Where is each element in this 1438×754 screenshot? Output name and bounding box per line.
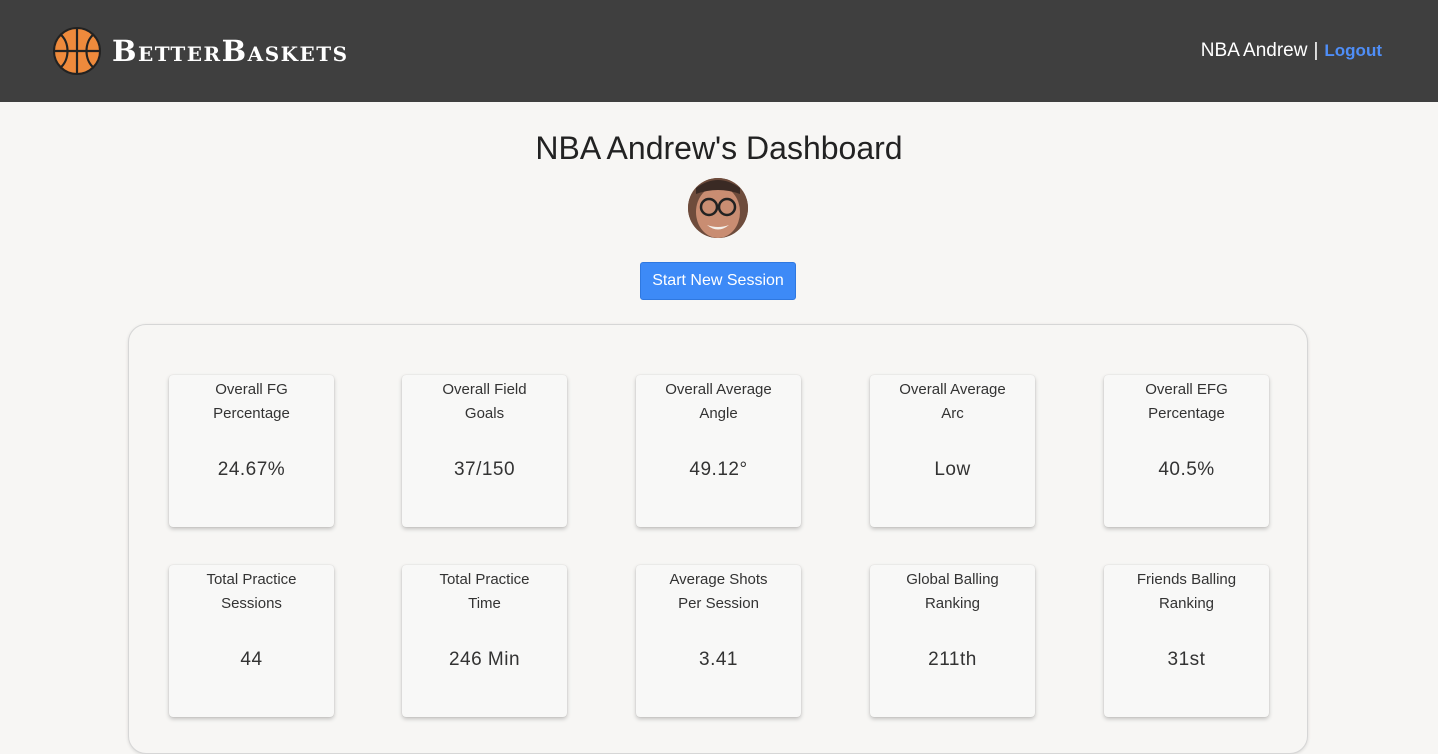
stat-card-overall-efg-percentage: Overall EFG Percentage 40.5% xyxy=(1104,375,1269,527)
stat-label: Total Practice Time xyxy=(439,571,530,612)
stat-value: 49.12° xyxy=(689,459,748,480)
avatar xyxy=(688,178,748,238)
stat-card-total-practice-sessions: Total Practice Sessions 44 xyxy=(169,565,334,717)
stat-label: Overall Average Angle xyxy=(665,381,772,422)
stat-card-friends-balling-ranking: Friends Balling Ranking 31st xyxy=(1104,565,1269,717)
page-title: NBA Andrew's Dashboard xyxy=(535,130,903,166)
user-menu: NBA Andrew | Logout xyxy=(1201,40,1382,62)
stat-value: 246 Min xyxy=(448,649,521,670)
stat-label: Average Shots Per Session xyxy=(669,571,768,612)
user-name: NBA Andrew xyxy=(1200,40,1308,61)
stat-card-overall-field-goals: Overall Field Goals 37/150 xyxy=(402,375,567,527)
brand-name: BetterBaskets xyxy=(112,34,349,68)
stat-card-overall-average-angle: Overall Average Angle 49.12° xyxy=(636,375,801,527)
avatar-image xyxy=(688,178,748,238)
stat-label: Friends Balling Ranking xyxy=(1136,571,1237,612)
stats-panel: Overall FG Percentage 24.67% Overall Fie… xyxy=(128,324,1308,754)
start-new-session-button[interactable]: Start New Session xyxy=(640,262,796,300)
stat-value: 40.5% xyxy=(1158,459,1215,480)
basketball-logo-icon xyxy=(53,27,101,75)
brand-home-link[interactable]: BetterBaskets xyxy=(52,26,349,76)
stat-value: 24.67% xyxy=(217,459,286,480)
user-separator: | xyxy=(1313,40,1319,61)
stat-label: Overall Field Goals xyxy=(442,381,527,422)
stat-label: Global Balling Ranking xyxy=(906,571,999,612)
stat-card-average-shots-per-session: Average Shots Per Session 3.41 xyxy=(636,565,801,717)
stat-card-total-practice-time: Total Practice Time 246 Min xyxy=(402,565,567,717)
stat-card-overall-average-arc: Overall Average Arc Low xyxy=(870,375,1035,527)
logout-link[interactable]: Logout xyxy=(1324,41,1382,61)
stat-card-global-balling-ranking: Global Balling Ranking 211th xyxy=(870,565,1035,717)
top-navbar: BetterBaskets NBA Andrew | Logout xyxy=(0,0,1438,102)
stat-value: 211th xyxy=(928,649,977,670)
stat-label: Overall EFG Percentage xyxy=(1145,381,1228,422)
stat-value: 37/150 xyxy=(453,459,516,480)
stat-value: 3.41 xyxy=(699,649,738,670)
stat-value: 44 xyxy=(240,649,263,670)
stat-value: Low xyxy=(934,459,971,480)
stat-label: Overall FG Percentage xyxy=(213,381,290,422)
stat-label: Overall Average Arc xyxy=(899,381,1006,422)
stat-label: Total Practice Sessions xyxy=(206,571,297,612)
stat-value: 31st xyxy=(1167,649,1206,670)
stat-card-overall-fg-percentage: Overall FG Percentage 24.67% xyxy=(169,375,334,527)
